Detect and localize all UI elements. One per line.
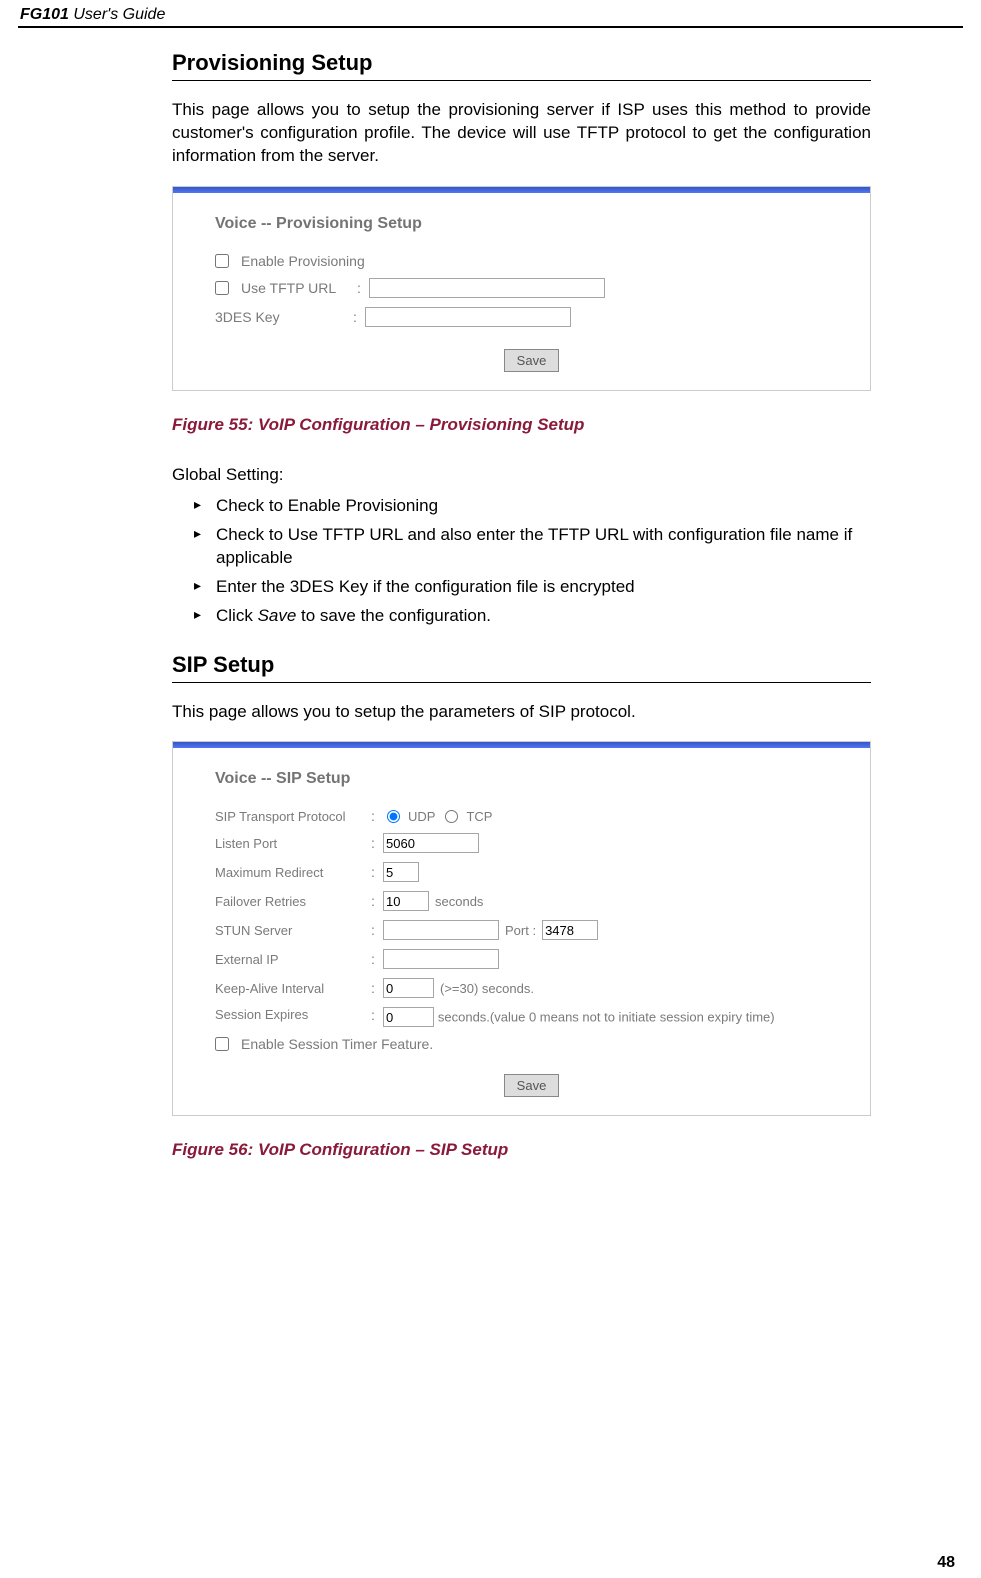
listen-port-input[interactable] (383, 833, 479, 853)
keepalive-input[interactable] (383, 978, 434, 998)
bullet4-prefix: Click (216, 606, 258, 625)
enable-session-timer-label: Enable Session Timer Feature. (241, 1036, 433, 1052)
enable-provisioning-checkbox[interactable] (215, 254, 229, 268)
sip-panel-title: Voice -- SIP Setup (215, 770, 848, 788)
screenshot-topbar (173, 187, 870, 193)
sessexp-row: Session Expires : seconds.(value 0 means… (215, 1007, 848, 1027)
section1-intro: This page allows you to setup the provis… (172, 99, 871, 168)
failover-input[interactable] (383, 891, 429, 911)
prov-save-button[interactable]: Save (504, 349, 560, 372)
stun-row: STUN Server : Port : (215, 920, 848, 940)
sessexp-label: Session Expires (215, 1007, 365, 1023)
stun-input[interactable] (383, 920, 499, 940)
prov-panel-title: Voice -- Provisioning Setup (215, 215, 848, 233)
bullet-2: Check to Use TFTP URL and also enter the… (194, 524, 871, 570)
stun-label: STUN Server (215, 923, 365, 939)
colon: : (371, 893, 377, 909)
max-redirect-label: Maximum Redirect (215, 865, 365, 881)
bullet-4: Click Save to save the configuration. (194, 605, 871, 628)
use-tftp-label: Use TFTP URL (241, 280, 351, 296)
colon: : (353, 309, 359, 325)
keepalive-row: Keep-Alive Interval : (>=30) seconds. (215, 978, 848, 998)
failover-row: Failover Retries : seconds (215, 891, 848, 911)
figure55-caption: Figure 55: VoIP Configuration – Provisio… (172, 415, 871, 435)
sip-transport-row: SIP Transport Protocol : UDP TCP (215, 808, 848, 824)
tcp-radio[interactable] (445, 810, 458, 823)
extip-input[interactable] (383, 949, 499, 969)
colon: : (371, 1007, 377, 1023)
sip-panel: Voice -- SIP Setup SIP Transport Protoco… (173, 770, 870, 1097)
doc-title-rest: User's Guide (73, 6, 165, 23)
sessexp-value-wrap: seconds.(value 0 means not to initiate s… (383, 1007, 848, 1027)
failover-unit: seconds (435, 894, 483, 909)
bullet4-save-word: Save (258, 606, 297, 625)
figure56-caption: Figure 56: VoIP Configuration – SIP Setu… (172, 1140, 871, 1160)
colon: : (371, 922, 377, 938)
stun-port-input[interactable] (542, 920, 598, 940)
page: FG101 User's Guide Provisioning Setup Th… (0, 0, 981, 1578)
extip-row: External IP : (215, 949, 848, 969)
colon: : (371, 980, 377, 996)
colon: : (371, 835, 377, 851)
colon: : (357, 280, 363, 296)
use-tftp-checkbox[interactable] (215, 281, 229, 295)
global-setting-heading: Global Setting: (172, 465, 871, 485)
port-label: Port : (505, 923, 536, 938)
sess-timer-row: Enable Session Timer Feature. (215, 1036, 848, 1052)
des-key-input[interactable] (365, 307, 571, 327)
failover-label: Failover Retries (215, 894, 365, 910)
provisioning-screenshot: Voice -- Provisioning Setup Enable Provi… (172, 186, 871, 391)
sip-transport-label: SIP Transport Protocol (215, 809, 365, 825)
use-tftp-row: Use TFTP URL : (215, 278, 848, 298)
enable-prov-row: Enable Provisioning (215, 253, 848, 269)
colon: : (371, 808, 377, 824)
tftp-url-input[interactable] (369, 278, 605, 298)
keepalive-label: Keep-Alive Interval (215, 981, 365, 997)
colon: : (371, 864, 377, 880)
enable-provisioning-label: Enable Provisioning (241, 253, 365, 269)
page-number: 48 (937, 1554, 955, 1572)
sessexp-input[interactable] (383, 1007, 434, 1027)
header-doc-title: FG101 User's Guide (18, 0, 963, 28)
listen-port-row: Listen Port : (215, 833, 848, 853)
doc-title-strong: FG101 (20, 6, 69, 23)
sip-save-button[interactable]: Save (504, 1074, 560, 1097)
bullet-1: Check to Enable Provisioning (194, 495, 871, 518)
section2-title: SIP Setup (172, 652, 871, 683)
sessexp-unit: seconds.(value 0 means not to initiate s… (438, 1010, 775, 1025)
enable-session-timer-checkbox[interactable] (215, 1037, 229, 1051)
max-redirect-input[interactable] (383, 862, 419, 882)
section2-intro: This page allows you to setup the parame… (172, 701, 871, 724)
udp-radio[interactable] (387, 810, 400, 823)
sip-screenshot: Voice -- SIP Setup SIP Transport Protoco… (172, 741, 871, 1116)
bullet-3: Enter the 3DES Key if the configuration … (194, 576, 871, 599)
udp-label: UDP (408, 809, 435, 824)
des-key-label: 3DES Key (215, 309, 347, 325)
provisioning-panel: Voice -- Provisioning Setup Enable Provi… (173, 215, 870, 372)
max-redirect-row: Maximum Redirect : (215, 862, 848, 882)
bullet4-suffix: to save the configuration. (296, 606, 491, 625)
extip-label: External IP (215, 952, 365, 968)
listen-port-label: Listen Port (215, 836, 365, 852)
sip-topbar (173, 742, 870, 748)
content-area: Provisioning Setup This page allows you … (172, 50, 871, 1160)
colon: : (371, 951, 377, 967)
section1-title: Provisioning Setup (172, 50, 871, 81)
des-key-row: 3DES Key : (215, 307, 848, 327)
prov-save-wrap: Save (215, 349, 848, 372)
keepalive-unit: (>=30) seconds. (440, 981, 534, 996)
sip-save-wrap: Save (215, 1074, 848, 1097)
tcp-label: TCP (466, 809, 492, 824)
bullets-list: Check to Enable Provisioning Check to Us… (172, 495, 871, 628)
